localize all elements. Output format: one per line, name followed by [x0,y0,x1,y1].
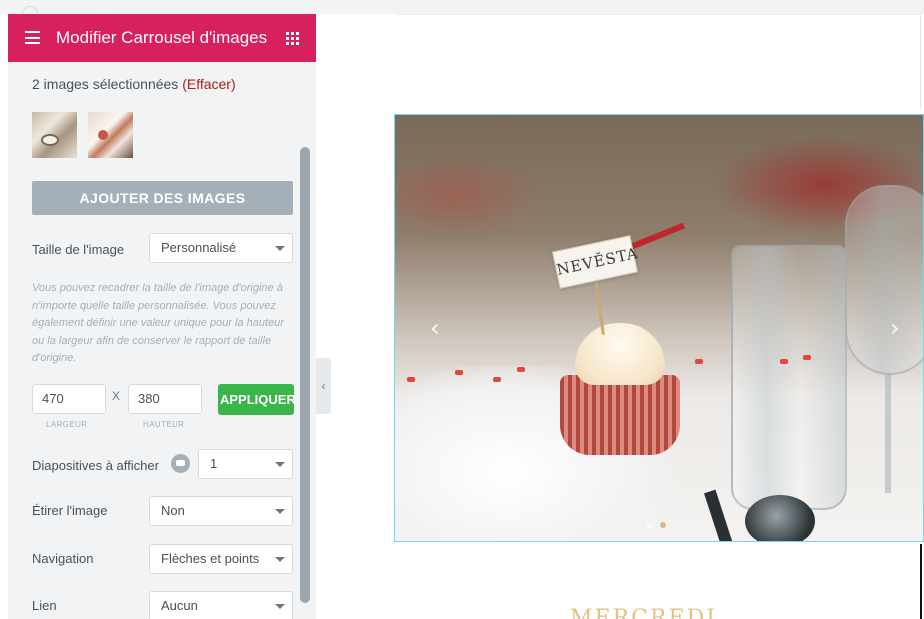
carousel-dot-active[interactable] [660,522,666,528]
image-size-label: Taille de l'image [32,242,125,257]
caret-down-icon [275,246,285,251]
preview-edge [920,544,922,619]
carousel-dots [646,522,666,528]
day-heading: MERCREDI [570,606,717,619]
preview-border [920,14,921,110]
grid-icon[interactable] [286,32,299,45]
slides-to-show-select[interactable]: 1 [198,449,293,479]
photo-tag-text: NEVĚSTA [551,235,640,289]
preview-border [397,14,920,15]
add-images-button[interactable]: AJOUTER DES IMAGES [32,181,293,215]
panel-scrollbar[interactable] [300,147,310,603]
stretch-image-value: Non [161,503,185,518]
caret-down-icon [275,604,285,609]
selection-summary: 2 images sélectionnées (Effacer) [32,76,236,92]
width-input[interactable]: 470 [32,384,106,414]
selection-count: 2 images sélectionnées [32,76,179,92]
height-caption: HAUTEUR [143,420,185,429]
width-caption: LARGEUR [46,420,88,429]
caret-down-icon [275,557,285,562]
stretch-image-label: Étirer l'image [32,503,108,518]
link-select[interactable]: Aucun [149,591,293,619]
image-size-description: Vous pouvez recadrer la taille de l'imag… [32,282,284,365]
link-value: Aucun [161,598,198,613]
image-carousel[interactable]: NEVĚSTA ‹ › [394,114,924,542]
panel-header: Modifier Carrousel d'images [8,14,316,62]
editor-top-strip [0,0,924,22]
chevron-left-icon: ‹ [430,314,440,342]
gallery-thumbnail[interactable] [88,112,133,158]
slides-to-show-value: 1 [210,456,218,471]
caret-down-icon [275,509,285,514]
navigation-value: Flèches et points [161,551,260,566]
height-input[interactable]: 380 [128,384,202,414]
carousel-slide-image: NEVĚSTA [395,115,923,541]
carousel-dot[interactable] [646,522,652,528]
navigation-select[interactable]: Flèches et points [149,544,293,574]
gallery-thumbnail[interactable] [32,112,77,158]
hamburger-icon[interactable] [25,31,40,44]
collapse-panel-toggle[interactable]: ‹ [316,358,331,414]
navigation-label: Navigation [32,551,94,566]
info-icon[interactable] [171,454,190,473]
image-size-select[interactable]: Personnalisé [149,233,293,263]
chevron-left-icon: ‹ [321,379,326,393]
dimension-separator: X [112,389,121,403]
panel-title: Modifier Carrousel d'images [56,28,268,47]
editor-panel: Modifier Carrousel d'images 2 images sél… [8,14,316,619]
image-size-value: Personnalisé [161,240,237,255]
caret-down-icon [275,462,285,467]
link-label: Lien [32,598,57,613]
slides-to-show-label: Diapositives à afficher [32,458,159,473]
clear-selection-link[interactable]: (Effacer) [182,76,235,92]
apply-button[interactable]: APPLIQUER [218,384,294,415]
carousel-next-arrow[interactable]: › [890,314,900,342]
carousel-prev-arrow[interactable]: ‹ [430,314,440,342]
stretch-image-select[interactable]: Non [149,496,293,526]
chevron-right-icon: › [890,314,900,342]
